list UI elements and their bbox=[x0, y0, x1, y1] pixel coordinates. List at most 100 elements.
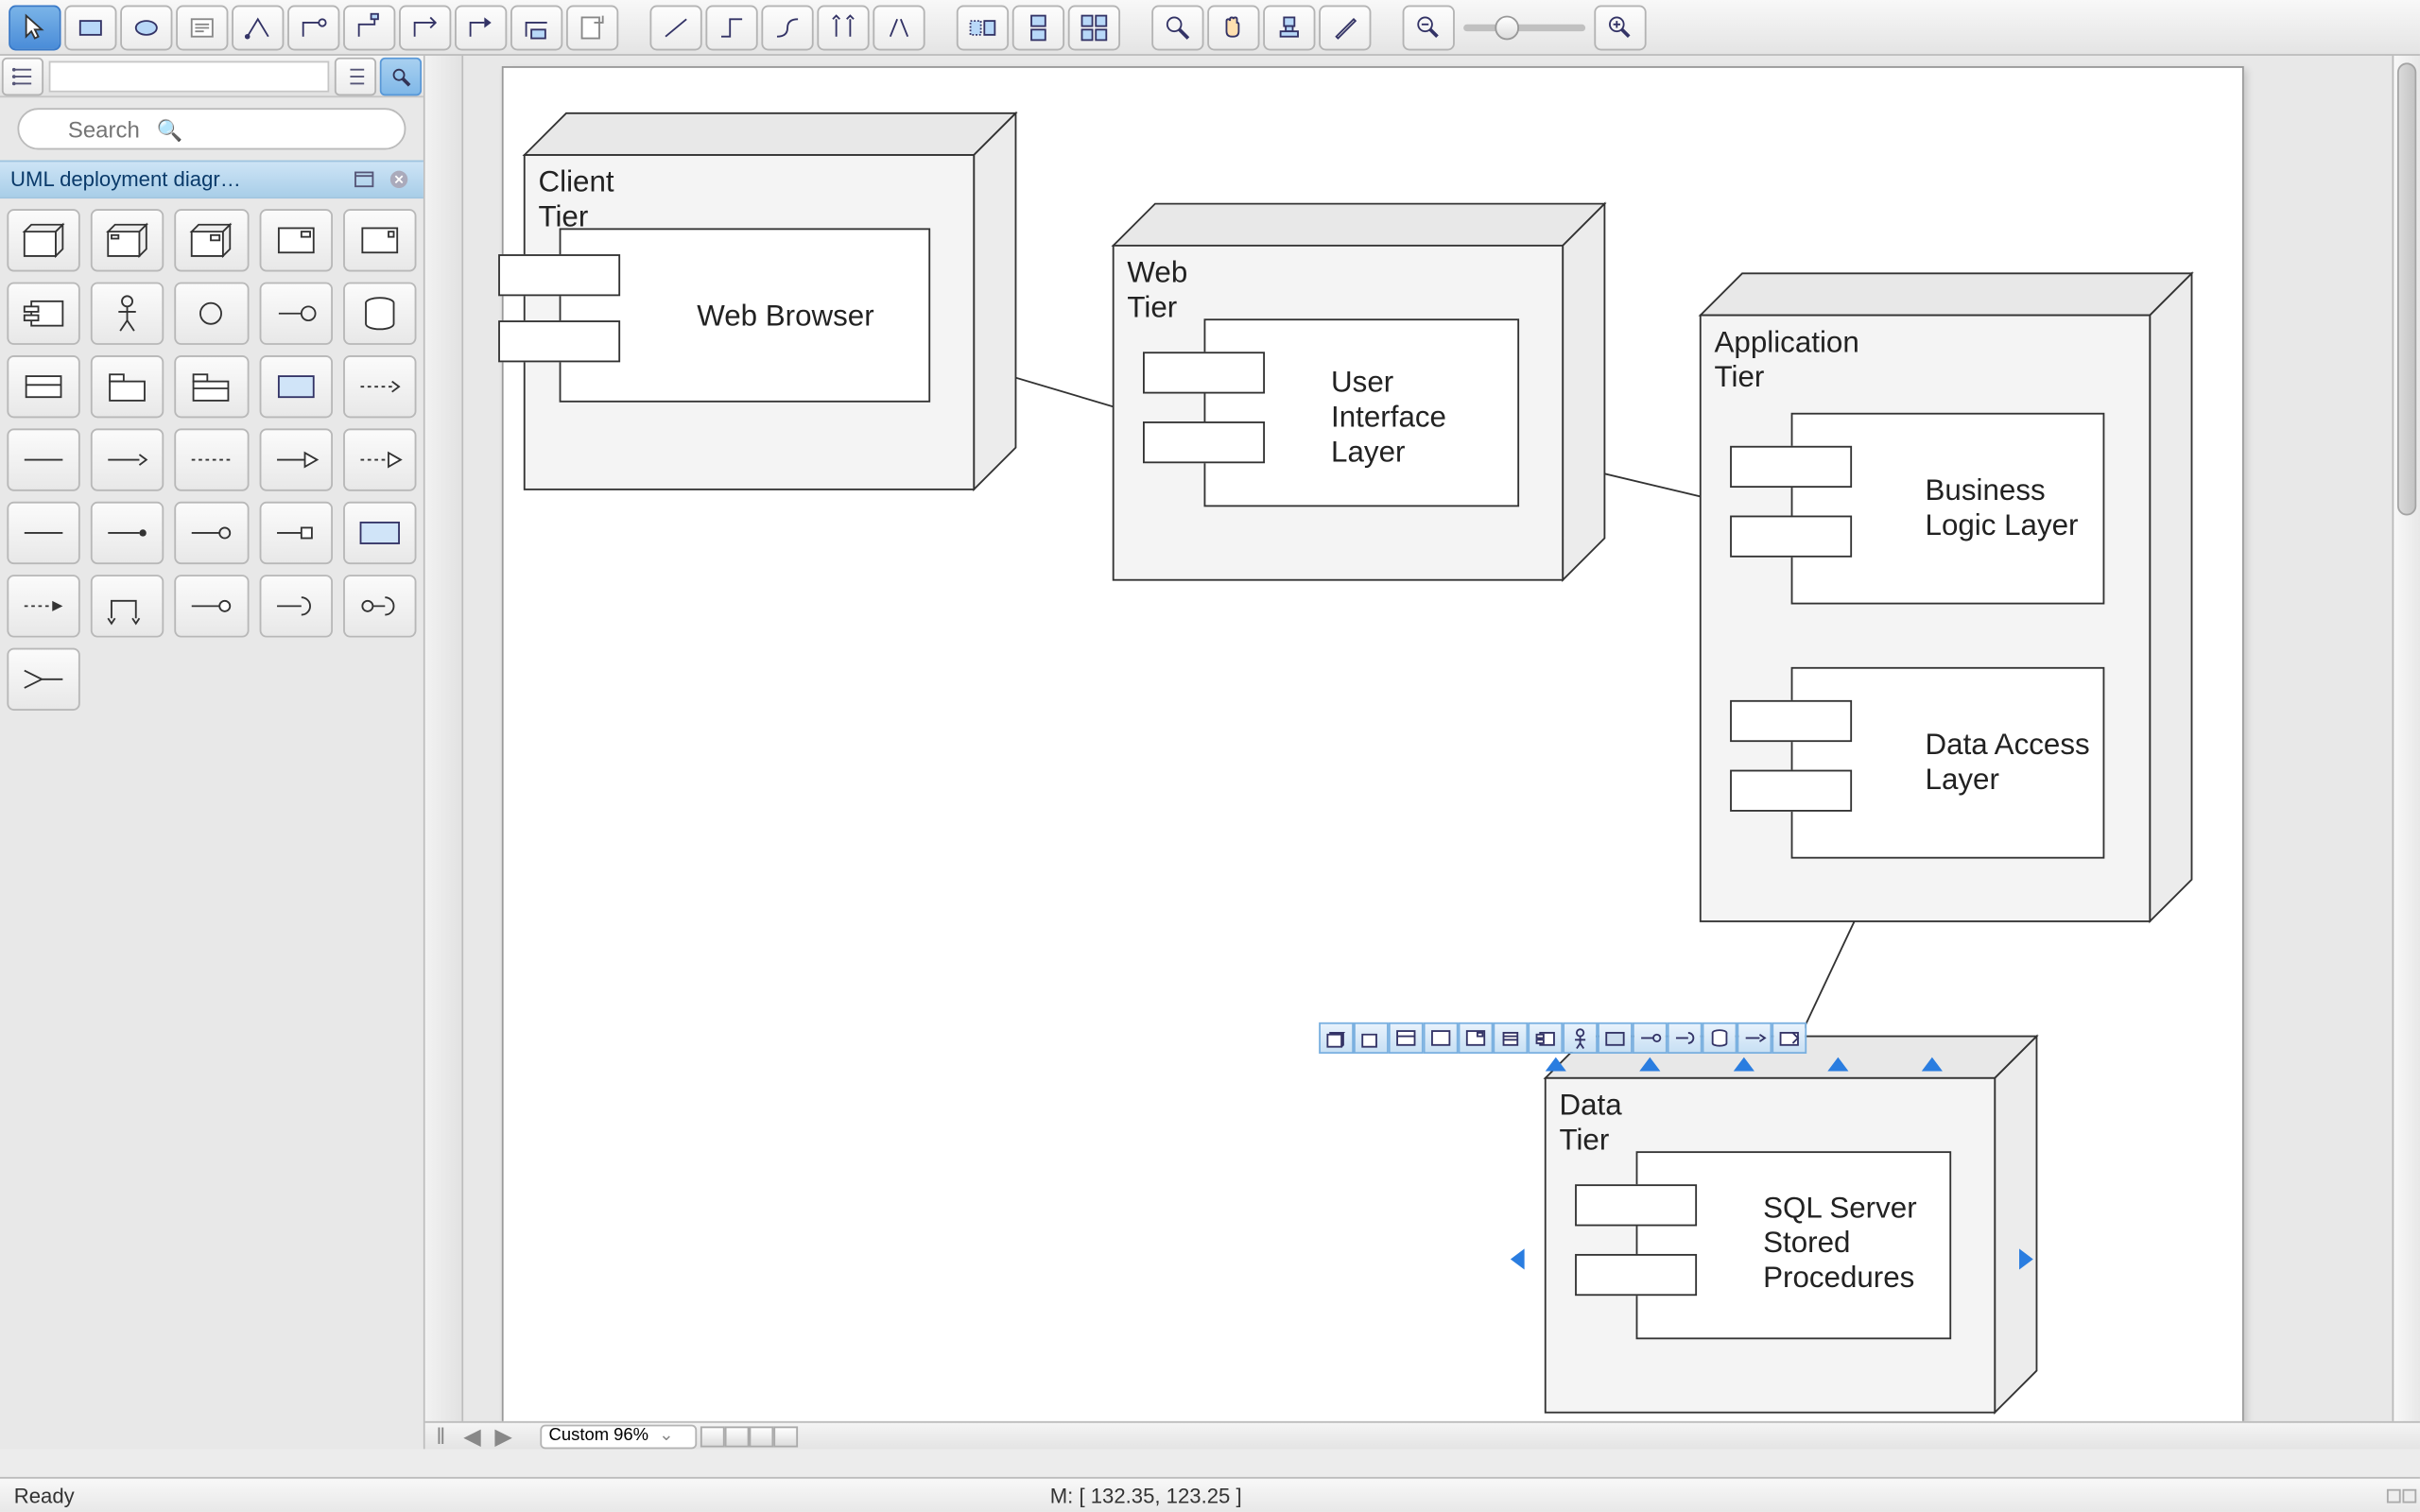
drawing-page[interactable]: Client Tier Web Browser Web Tier bbox=[502, 66, 2244, 1421]
connector-4[interactable] bbox=[399, 5, 451, 50]
selection-handle[interactable] bbox=[1639, 1057, 1660, 1072]
palette-node-3d-2[interactable] bbox=[91, 209, 164, 271]
category-close-icon[interactable] bbox=[385, 167, 412, 192]
canvas-viewport[interactable]: Client Tier Web Browser Web Tier bbox=[463, 56, 2385, 1421]
line-tool-5[interactable] bbox=[873, 5, 925, 50]
palette-line-blue[interactable] bbox=[343, 502, 417, 564]
smart-10[interactable] bbox=[1633, 1022, 1668, 1054]
palette-ball-socket[interactable] bbox=[343, 575, 417, 637]
connector-2[interactable] bbox=[287, 5, 339, 50]
palette-assoc-closed[interactable] bbox=[259, 428, 333, 490]
smart-2[interactable] bbox=[1354, 1022, 1389, 1054]
stamp-tool[interactable] bbox=[1263, 5, 1315, 50]
page-prev[interactable]: ◀ bbox=[457, 1424, 488, 1449]
pan-tool[interactable] bbox=[1207, 5, 1259, 50]
outline-toggle[interactable] bbox=[2, 57, 43, 95]
palette-object[interactable] bbox=[7, 355, 80, 418]
selection-handle[interactable] bbox=[1922, 1057, 1943, 1072]
zoom-tool[interactable] bbox=[1151, 5, 1203, 50]
selection-handle[interactable] bbox=[1734, 1057, 1754, 1072]
palette-dash-1[interactable] bbox=[175, 428, 249, 490]
smart-14[interactable] bbox=[1772, 1022, 1806, 1054]
smart-5[interactable] bbox=[1459, 1022, 1494, 1054]
palette-line-box[interactable] bbox=[259, 502, 333, 564]
component-ui-layer[interactable]: User Interface Layer bbox=[1204, 318, 1520, 507]
palette-component[interactable] bbox=[7, 283, 80, 345]
ellipse-tool[interactable] bbox=[120, 5, 172, 50]
palette-merge[interactable] bbox=[7, 648, 80, 711]
smart-9[interactable] bbox=[1598, 1022, 1633, 1054]
palette-node-3d-1[interactable] bbox=[7, 209, 80, 271]
component-dal[interactable]: Data Access Layer bbox=[1791, 667, 2105, 859]
zoom-in-button[interactable] bbox=[1594, 5, 1646, 50]
palette-interface-lollipop[interactable] bbox=[259, 283, 333, 345]
arrange-2[interactable] bbox=[1012, 5, 1064, 50]
smart-13[interactable] bbox=[1737, 1022, 1772, 1054]
line-tool-4[interactable] bbox=[817, 5, 869, 50]
view-mode-2[interactable] bbox=[724, 1425, 749, 1446]
palette-actor[interactable] bbox=[91, 283, 164, 345]
smart-8[interactable] bbox=[1563, 1022, 1598, 1054]
component-web-browser[interactable]: Web Browser bbox=[560, 228, 931, 402]
connector-6[interactable] bbox=[510, 5, 562, 50]
text-tool[interactable] bbox=[176, 5, 228, 50]
palette-line-ring-2[interactable] bbox=[175, 575, 249, 637]
vertical-scrollbar-thumb[interactable] bbox=[2397, 62, 2416, 515]
connector-1[interactable] bbox=[232, 5, 284, 50]
search-toggle[interactable] bbox=[380, 57, 422, 95]
smart-12[interactable] bbox=[1703, 1022, 1737, 1054]
smart-11[interactable] bbox=[1668, 1022, 1703, 1054]
zoom-slider[interactable] bbox=[1463, 24, 1585, 30]
palette-node-3d-3[interactable] bbox=[175, 209, 249, 271]
view-mode-3[interactable] bbox=[749, 1425, 773, 1446]
palette-interface-circle[interactable] bbox=[175, 283, 249, 345]
selection-handle[interactable] bbox=[1546, 1057, 1566, 1072]
view-mode-4[interactable] bbox=[773, 1425, 798, 1446]
palette-database[interactable] bbox=[343, 283, 417, 345]
pages-toggle[interactable]: ‖ bbox=[425, 1424, 457, 1449]
pointer-tool[interactable] bbox=[9, 5, 60, 50]
smart-4[interactable] bbox=[1424, 1022, 1459, 1054]
zoom-out-button[interactable] bbox=[1403, 5, 1455, 50]
connector-5[interactable] bbox=[455, 5, 507, 50]
line-tool-1[interactable] bbox=[649, 5, 701, 50]
palette-line-dot[interactable] bbox=[91, 502, 164, 564]
zoom-slider-thumb[interactable] bbox=[1495, 15, 1519, 40]
palette-dependency[interactable] bbox=[343, 355, 417, 418]
view-mode-1[interactable] bbox=[700, 1425, 724, 1446]
arrange-1[interactable] bbox=[957, 5, 1009, 50]
connector-3[interactable] bbox=[343, 5, 395, 50]
palette-package-2[interactable] bbox=[175, 355, 249, 418]
palette-assoc[interactable] bbox=[7, 428, 80, 490]
palette-package-1[interactable] bbox=[91, 355, 164, 418]
list-view-toggle[interactable] bbox=[335, 57, 376, 95]
smart-3[interactable] bbox=[1389, 1022, 1424, 1054]
palette-socket[interactable] bbox=[259, 575, 333, 637]
palette-category-header[interactable]: UML deployment diagr… bbox=[0, 161, 424, 199]
palette-routed-1[interactable] bbox=[91, 575, 164, 637]
palette-rect-blue[interactable] bbox=[259, 355, 333, 418]
export-tool[interactable] bbox=[566, 5, 618, 50]
smart-6[interactable] bbox=[1493, 1022, 1528, 1054]
page-next[interactable]: ▶ bbox=[488, 1424, 519, 1449]
smart-7[interactable] bbox=[1528, 1022, 1563, 1054]
palette-assoc-open[interactable] bbox=[91, 428, 164, 490]
palette-node-flat-1[interactable] bbox=[259, 209, 333, 271]
component-sql[interactable]: SQL Server Stored Procedures bbox=[1636, 1151, 1952, 1339]
palette-line-plain[interactable] bbox=[7, 502, 80, 564]
vertical-scrollbar[interactable] bbox=[2392, 56, 2419, 1421]
line-tool-2[interactable] bbox=[705, 5, 757, 50]
selection-handle[interactable] bbox=[1827, 1057, 1848, 1072]
arrange-3[interactable] bbox=[1068, 5, 1120, 50]
rect-tool[interactable] bbox=[64, 5, 116, 50]
search-input[interactable] bbox=[17, 108, 406, 149]
resize-corner[interactable] bbox=[2387, 1488, 2416, 1503]
selection-handle[interactable] bbox=[2019, 1248, 2033, 1269]
line-tool-3[interactable] bbox=[761, 5, 813, 50]
zoom-combo[interactable]: Custom 96%⌄ bbox=[540, 1424, 696, 1449]
category-menu-icon[interactable] bbox=[350, 167, 377, 192]
palette-dash-closed-2[interactable] bbox=[7, 575, 80, 637]
selection-handle[interactable] bbox=[1511, 1248, 1525, 1269]
palette-node-flat-2[interactable] bbox=[343, 209, 417, 271]
palette-dash-closed[interactable] bbox=[343, 428, 417, 490]
